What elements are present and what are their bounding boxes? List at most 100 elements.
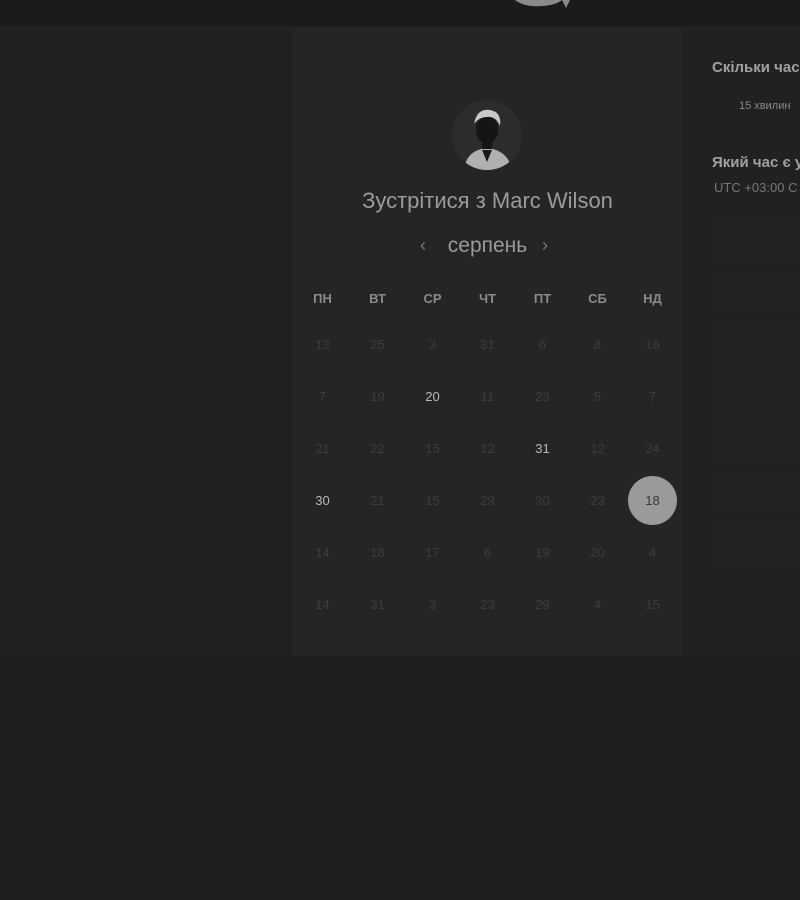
unavailable-day: 5 [570,370,625,422]
unavailable-day: 23 [460,578,515,630]
unavailable-day: 24 [625,422,680,474]
day-number: 3 [428,596,437,612]
calendar-grid: ПН ВТ СР ЧТ ПТ СБ НД 13 25 3 31 6 8 16 7 19 20 11 23 5 7 21 2… [295,280,680,630]
unavailable-day: 4 [570,578,625,630]
time-slot[interactable] [716,272,800,312]
unavailable-day: 22 [350,422,405,474]
day-number: 23 [480,596,495,612]
unavailable-day: 14 [295,526,350,578]
time-slot[interactable] [716,222,800,262]
month-label: серпень [447,234,528,257]
unavailable-day: 31 [460,318,515,370]
day-number: 12 [590,440,605,456]
weekday-label: ПН [313,291,332,306]
selected-day[interactable]: 18 [625,474,680,526]
unavailable-day: 20 [570,526,625,578]
details-panel: Скільки час 15 хвилин Який час є у UTC +… [712,0,800,658]
duration-question: Скільки час [712,59,800,76]
calendar-week-row: 13 25 3 31 6 8 16 [295,318,680,370]
day-number: 12 [480,440,495,456]
unavailable-day: 19 [515,526,570,578]
month-navigation: ‹ серпень › [293,233,682,261]
day-number: 20 [590,544,605,560]
day-number: 25 [370,336,385,352]
day-number: 3 [428,336,437,352]
day-number: 6 [538,336,547,352]
unavailable-day: 18 [350,526,405,578]
day-number: 15 [425,492,440,508]
day-number: 14 [315,596,330,612]
unavailable-day: 21 [295,422,350,474]
unavailable-day: 12 [460,422,515,474]
duration-option[interactable]: 15 хвилин [739,100,790,112]
unavailable-day: 4 [625,526,680,578]
timezone-question: Який час є у [712,154,800,171]
time-slot[interactable] [716,372,800,412]
unavailable-day: 13 [295,318,350,370]
unavailable-day: 7 [625,370,680,422]
unavailable-day: 21 [350,474,405,526]
day-number: 4 [593,596,602,612]
unavailable-day: 30 [515,474,570,526]
time-slot[interactable] [716,522,800,562]
day-number: 21 [370,492,385,508]
day-number: 7 [648,388,657,404]
unavailable-day: 14 [295,578,350,630]
weekday-label: НД [643,291,662,306]
available-day[interactable]: 30 [295,474,350,526]
calendar-week-row: 21 22 15 12 31 12 24 [295,422,680,474]
unavailable-day: 17 [405,526,460,578]
day-number: 18 [370,544,385,560]
day-number: 13 [315,336,330,352]
chevron-right-icon[interactable]: › [542,233,548,257]
day-number: 7 [318,388,327,404]
top-bar [0,0,800,26]
unavailable-day: 3 [405,578,460,630]
day-number: 24 [645,440,660,456]
unavailable-day: 6 [515,318,570,370]
calendar-week-row: 14 18 17 6 19 20 4 [295,526,680,578]
person-photo-icon [452,100,522,170]
day-number: 16 [645,336,660,352]
weekday-label: СР [423,291,442,306]
time-slot[interactable] [716,472,800,512]
day-number: 31 [370,596,385,612]
unavailable-day: 15 [405,474,460,526]
time-slot[interactable] [716,422,800,462]
time-slot[interactable] [716,322,800,362]
unavailable-day: 16 [625,318,680,370]
unavailable-day: 29 [515,578,570,630]
timezone-select[interactable]: UTC +03:00 C [714,180,797,195]
unavailable-day: 31 [350,578,405,630]
day-number: 14 [315,544,330,560]
weekday-label: ЧТ [478,291,497,306]
host-avatar [452,100,522,170]
day-number: 31 [480,336,495,352]
unavailable-day: 12 [570,422,625,474]
day-number: 23 [590,492,605,508]
day-number: 22 [370,440,385,456]
weekday-label: ВТ [369,291,386,306]
unavailable-day: 3 [405,318,460,370]
page-title: Зустрітися з Marc Wilson [293,188,682,214]
unavailable-day: 11 [460,370,515,422]
day-number: 29 [480,492,495,508]
day-number: 20 [425,388,440,404]
day-number: 19 [370,388,385,404]
day-number: 11 [480,388,495,404]
calendar-week-row: 14 31 3 23 29 4 15 [295,578,680,630]
available-day[interactable]: 20 [405,370,460,422]
unavailable-day: 29 [460,474,515,526]
day-number: 23 [535,388,550,404]
day-number: 18 [628,475,677,525]
calendar-week-row: 7 19 20 11 23 5 7 [295,370,680,422]
unavailable-day: 23 [570,474,625,526]
title-prefix: Зустрітися з [362,188,486,213]
unavailable-day: 8 [570,318,625,370]
unavailable-day: 25 [350,318,405,370]
available-day[interactable]: 31 [515,422,570,474]
weekday-label: СБ [588,291,607,306]
day-number: 15 [645,596,660,612]
day-number: 30 [315,492,330,508]
unavailable-day: 15 [405,422,460,474]
